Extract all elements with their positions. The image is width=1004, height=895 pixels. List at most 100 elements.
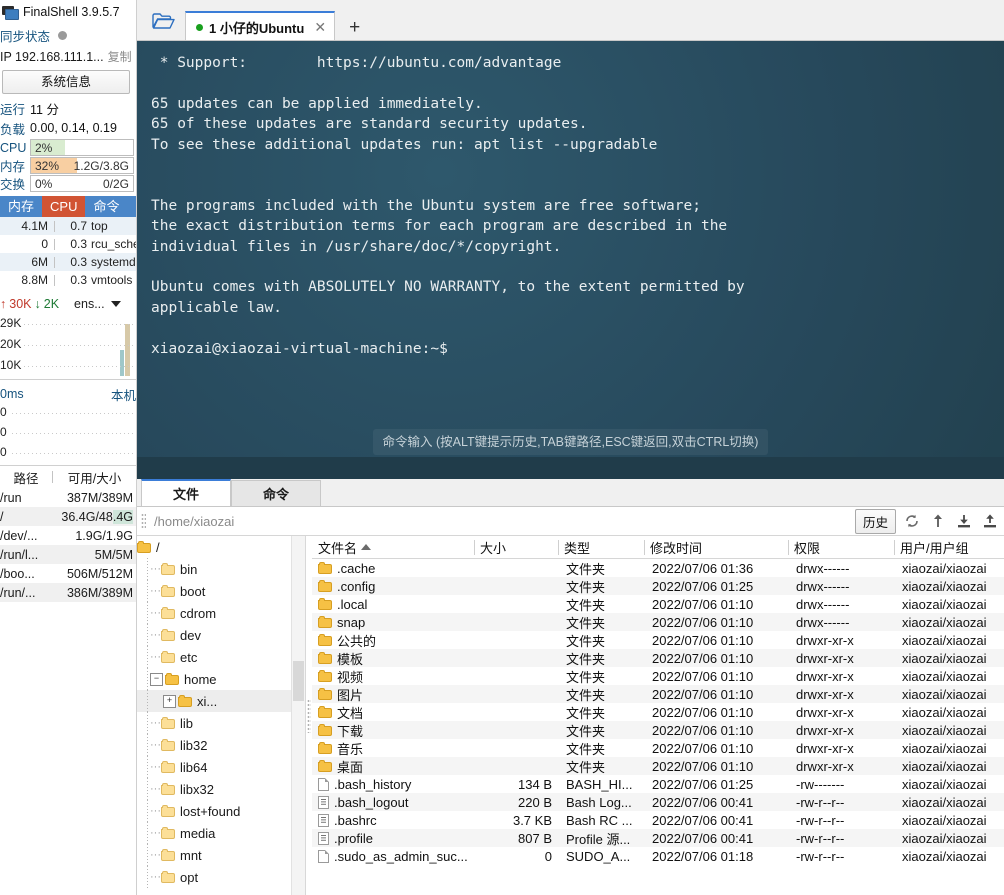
copy-ip-button[interactable]: 复制 bbox=[108, 48, 132, 65]
file-col-header-1[interactable]: 大小 bbox=[474, 538, 558, 557]
file-col-header-4[interactable]: 权限 bbox=[788, 538, 894, 557]
tree-node-home[interactable]: − home bbox=[137, 668, 305, 690]
process-mem: 4.1M bbox=[21, 219, 48, 233]
upload-arrow-icon[interactable] bbox=[928, 511, 948, 531]
process-row[interactable]: 6M 0.3 systemd bbox=[0, 253, 136, 271]
terminal-tab[interactable]: 1 小仔的Ubuntu ✕ bbox=[185, 11, 336, 41]
command-input-hint[interactable]: 命令输入 (按ALT键提示历史,TAB键路径,ESC键返回,双击CTRL切换) bbox=[137, 428, 1004, 455]
file-name: 视频 bbox=[337, 669, 364, 685]
folder-icon bbox=[161, 629, 175, 641]
file-tab-文件[interactable]: 文件 bbox=[141, 479, 231, 506]
table-row[interactable]: 文档 文件夹 2022/07/06 01:10 drwxr-xr-x xiaozai/x… bbox=[312, 703, 1004, 721]
tree-node-etc[interactable]: ··· etc bbox=[137, 646, 305, 668]
sort-ascending-icon[interactable] bbox=[361, 544, 372, 550]
chevron-down-icon[interactable] bbox=[110, 301, 121, 307]
tree-scrollbar[interactable] bbox=[291, 536, 305, 895]
tree-node-libx32[interactable]: ··· libx32 bbox=[137, 778, 305, 800]
disk-row[interactable]: /boo... 506M/512M bbox=[0, 564, 136, 583]
tree-node-label: libx32 bbox=[180, 781, 214, 797]
history-button[interactable]: 历史 bbox=[854, 508, 896, 534]
tree-node-media[interactable]: ··· media bbox=[137, 822, 305, 844]
table-row[interactable]: .bash_history 134 B BASH_HI... 2022/07/06 0… bbox=[312, 775, 1004, 793]
file-col-header-0[interactable]: 文件名 bbox=[312, 538, 474, 557]
disk-row[interactable]: /run/... 386M/389M bbox=[0, 583, 136, 602]
tree-node-xi...[interactable]: + xi... bbox=[137, 690, 305, 712]
table-row[interactable]: .local 文件夹 2022/07/06 01:10 drwx------ xiaoz… bbox=[312, 595, 1004, 613]
table-row[interactable]: .profile 807 B Profile 源... 2022/07/06 00:4… bbox=[312, 829, 1004, 847]
tree-node-lib32[interactable]: ··· lib32 bbox=[137, 734, 305, 756]
table-row[interactable]: .bashrc 3.7 KB Bash RC ... 2022/07/06 00:41… bbox=[312, 811, 1004, 829]
folder-icon bbox=[165, 673, 179, 685]
path-toolbar: 历史 bbox=[137, 506, 1004, 536]
file-col-header-3[interactable]: 修改时间 bbox=[644, 538, 788, 557]
process-row[interactable]: 0 0.3 rcu_sche bbox=[0, 235, 136, 253]
tree-node-/[interactable]: / bbox=[137, 536, 305, 558]
file-type-cell: 文件夹 bbox=[566, 597, 606, 613]
file-type-cell: 文件夹 bbox=[566, 759, 606, 775]
table-row[interactable]: 视频 文件夹 2022/07/06 01:10 drwxr-xr-x xiaozai/x… bbox=[312, 667, 1004, 685]
system-info-button[interactable]: 系统信息 bbox=[2, 70, 130, 94]
table-row[interactable]: 图片 文件夹 2022/07/06 01:10 drwxr-xr-x xiaozai/x… bbox=[312, 685, 1004, 703]
net-up-value: 30K bbox=[9, 297, 32, 311]
drag-grip-icon[interactable] bbox=[141, 513, 146, 529]
table-row[interactable]: .cache 文件夹 2022/07/06 01:36 drwx------ xiaoz… bbox=[312, 559, 1004, 577]
tree-node-cdrom[interactable]: ··· cdrom bbox=[137, 602, 305, 624]
file-icon bbox=[318, 813, 329, 827]
process-row[interactable]: 4.1M 0.7 top bbox=[0, 217, 136, 235]
table-row[interactable]: .sudo_as_admin_suc... 0 SUDO_A... 2022/07/0… bbox=[312, 847, 1004, 865]
file-user-cell: xiaozai/xiaozai bbox=[902, 722, 987, 738]
process-tab-内存[interactable]: 内存 bbox=[0, 196, 43, 217]
tree-scrollbar-thumb[interactable] bbox=[293, 661, 304, 701]
table-row[interactable]: 桌面 文件夹 2022/07/06 01:10 drwxr-xr-x xiaozai/x… bbox=[312, 757, 1004, 775]
table-row[interactable]: snap 文件夹 2022/07/06 01:10 drwx------ xiaozai… bbox=[312, 613, 1004, 631]
resource-meters: CPU 2% 内存 32% 1.2G/3.8G 交换 0% 0/2G bbox=[0, 139, 136, 192]
disk-row[interactable]: / 36.4G/48.4G bbox=[0, 507, 136, 526]
process-cmd: vmtools bbox=[91, 273, 133, 287]
file-mtime-cell: 2022/07/06 01:10 bbox=[652, 686, 754, 702]
file-name-cell: .bash_logout bbox=[312, 795, 474, 810]
disk-usage: 36.4G/48.4G bbox=[61, 509, 133, 524]
process-tab-CPU[interactable]: CPU bbox=[42, 196, 86, 217]
new-tab-button[interactable]: + bbox=[349, 18, 360, 37]
disk-list: /run 387M/389M / 36.4G/48.4G/dev/... 1.9G/1.… bbox=[0, 488, 136, 602]
open-folder-button[interactable] bbox=[145, 4, 181, 38]
disk-row[interactable]: /dev/... 1.9G/1.9G bbox=[0, 526, 136, 545]
tree-toggle-icon[interactable]: − bbox=[150, 672, 163, 686]
tree-node-lib[interactable]: ··· lib bbox=[137, 712, 305, 734]
file-user-cell: xiaozai/xiaozai bbox=[902, 812, 987, 828]
close-tab-icon[interactable]: ✕ bbox=[314, 19, 326, 36]
table-row[interactable]: .bash_logout 220 B Bash Log... 2022/07/06 0… bbox=[312, 793, 1004, 811]
tree-node-boot[interactable]: ··· boot bbox=[137, 580, 305, 602]
table-row[interactable]: .config 文件夹 2022/07/06 01:25 drwx------ xiao… bbox=[312, 577, 1004, 595]
table-row[interactable]: 模板 文件夹 2022/07/06 01:10 drwxr-xr-x xiaozai/x… bbox=[312, 649, 1004, 667]
table-row[interactable]: 下载 文件夹 2022/07/06 01:10 drwxr-xr-x xiaozai/x… bbox=[312, 721, 1004, 739]
file-user-cell: xiaozai/xiaozai bbox=[902, 740, 987, 756]
table-row[interactable]: 音乐 文件夹 2022/07/06 01:10 drwxr-xr-x xiaozai/x… bbox=[312, 739, 1004, 757]
file-tab-命令[interactable]: 命令 bbox=[231, 480, 321, 506]
file-col-header-5[interactable]: 用户/用户组 bbox=[894, 538, 1004, 557]
tree-node-lib64[interactable]: ··· lib64 bbox=[137, 756, 305, 778]
terminal-output-pane[interactable]: * Support: https://ubuntu.com/advantage … bbox=[137, 40, 1004, 479]
tree-node-lost+found[interactable]: ··· lost+found bbox=[137, 800, 305, 822]
tree-node-label: bin bbox=[180, 561, 198, 577]
upload-icon[interactable] bbox=[980, 511, 1000, 531]
file-type-cell: 文件夹 bbox=[566, 723, 606, 739]
tree-node-bin[interactable]: ··· bin bbox=[137, 558, 305, 580]
tree-toggle-icon[interactable]: + bbox=[163, 694, 176, 708]
process-tab-命令[interactable]: 命令 bbox=[85, 196, 128, 217]
tree-node-label: mnt bbox=[180, 847, 202, 863]
tree-node-opt[interactable]: ··· opt bbox=[137, 866, 305, 888]
refresh-icon[interactable] bbox=[902, 511, 922, 531]
tree-node-mnt[interactable]: ··· mnt bbox=[137, 844, 305, 866]
directory-tree[interactable]: / ··· bin ··· boot ··· cdrom ··· dev ··· etc − home +… bbox=[137, 536, 306, 895]
table-row[interactable]: 公共的 文件夹 2022/07/06 01:10 drwxr-xr-x xiaozai/… bbox=[312, 631, 1004, 649]
file-perm-cell: drwxr-xr-x bbox=[796, 686, 854, 702]
file-col-header-2[interactable]: 类型 bbox=[558, 538, 644, 557]
path-input[interactable] bbox=[152, 510, 849, 532]
process-row[interactable]: 8.8M 0.3 vmtools bbox=[0, 271, 136, 289]
disk-row[interactable]: /run/l... 5M/5M bbox=[0, 545, 136, 564]
network-interface-label[interactable]: ens... bbox=[74, 297, 105, 311]
tree-node-dev[interactable]: ··· dev bbox=[137, 624, 305, 646]
disk-row[interactable]: /run 387M/389M bbox=[0, 488, 136, 507]
download-icon[interactable] bbox=[954, 511, 974, 531]
